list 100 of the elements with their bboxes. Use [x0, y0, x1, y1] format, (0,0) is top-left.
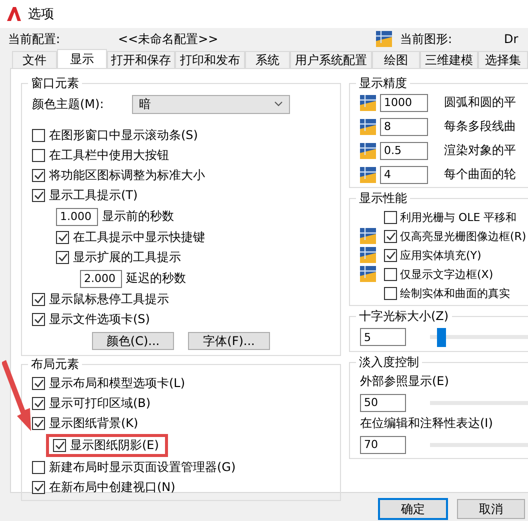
tab[interactable]: 打印和发布 — [175, 51, 245, 68]
checkbox[interactable] — [32, 417, 45, 430]
slider-thumb[interactable] — [437, 328, 446, 346]
field-label: 每个曲面的轮 — [444, 166, 516, 183]
tab[interactable]: 用户系统配置 — [290, 51, 372, 68]
field-label: 外部参照显示(E) — [360, 373, 449, 390]
drawing-icon — [360, 142, 376, 158]
arrow-annotation — [2, 360, 32, 432]
tab[interactable]: 绘图 — [372, 51, 420, 68]
option-label: 在新布局中创建视口(N) — [49, 479, 176, 496]
checkbox[interactable] — [384, 230, 397, 242]
checkbox[interactable] — [53, 439, 66, 452]
checkmark-icon — [34, 483, 44, 492]
option-label: 显示鼠标悬停工具提示 — [49, 291, 169, 308]
number-field[interactable]: 1000 — [380, 94, 428, 112]
checkbox[interactable] — [56, 231, 69, 244]
checkbox[interactable] — [384, 248, 397, 262]
number-field[interactable]: 8 — [380, 118, 428, 136]
checkmark-icon — [34, 191, 44, 200]
field-label: 在位编辑和注释性表达(I) — [360, 415, 493, 432]
field-label: 延迟的秒数 — [126, 270, 186, 287]
option-label: 仅高亮显光栅图像边框(R) — [400, 228, 526, 244]
theme-dropdown[interactable]: 暗 — [132, 94, 290, 114]
tab[interactable]: 系统 — [245, 51, 290, 68]
drawing-icon — [360, 266, 376, 282]
drawing-icon — [360, 94, 376, 110]
chevron-icon — [274, 101, 283, 107]
number-field[interactable]: 0.5 — [380, 142, 428, 160]
dialog-button[interactable]: 确定 — [379, 499, 447, 519]
option-label: 绘制实体和曲面的真实 — [400, 286, 510, 300]
checkbox[interactable] — [32, 189, 45, 202]
checkmark-icon — [34, 399, 44, 408]
drawing-value: Dr — [504, 32, 518, 46]
dialog-button[interactable]: 取消 — [457, 499, 525, 519]
option-label: 仅显示文字边框(X) — [400, 266, 494, 282]
number-field[interactable]: 1.000 — [56, 208, 98, 226]
checkbox[interactable] — [56, 251, 69, 264]
checkbox[interactable] — [384, 286, 397, 300]
number-field[interactable]: 70 — [360, 436, 406, 454]
field-label: 圆弧和圆的平 — [444, 94, 516, 111]
profile-label: 当前配置: — [8, 30, 62, 48]
checkbox[interactable] — [32, 169, 45, 182]
drawing-icon — [360, 166, 376, 182]
checkmark-icon — [34, 295, 44, 304]
option-label: 在工具栏中使用大按钮 — [49, 147, 169, 164]
group-title: 显示精度 — [358, 75, 408, 92]
checkmark-icon — [58, 233, 68, 242]
dialog-button[interactable]: 字体(F)... — [188, 332, 270, 350]
group-title: 淡入度控制 — [358, 354, 420, 371]
group-title: 十字光标大小(Z) — [358, 308, 450, 325]
window-title: 选项 — [28, 6, 54, 23]
group-title: 布局元素 — [30, 356, 80, 373]
field-label: 显示前的秒数 — [102, 208, 174, 225]
checkbox[interactable] — [384, 268, 397, 280]
checkmark-icon — [54, 441, 64, 450]
option-label: 显示扩展的工具提示 — [73, 249, 181, 266]
checkmark-icon — [34, 379, 44, 388]
tab[interactable]: 三维建模 — [420, 51, 478, 68]
number-field[interactable]: 50 — [360, 394, 406, 412]
theme-label: 颜色主题(M): — [32, 96, 104, 112]
number-field[interactable]: 4 — [380, 166, 428, 184]
option-label: 显示图纸背景(K) — [49, 415, 138, 432]
drawing-label: 当前图形: — [400, 30, 454, 48]
checkmark-icon — [58, 253, 68, 262]
option-label: 在图形窗口中显示滚动条(S) — [49, 127, 198, 144]
checkbox[interactable] — [384, 210, 397, 224]
option-label: 利用光栅与 OLE 平移和 — [400, 210, 517, 224]
field-label: 每条多段线曲 — [444, 118, 516, 135]
checkbox[interactable] — [32, 313, 45, 326]
option-label: 显示文件选项卡(S) — [49, 311, 150, 328]
drawing-icon — [360, 247, 376, 263]
checkbox[interactable] — [32, 129, 45, 142]
tab[interactable]: 显示 — [57, 49, 107, 68]
tab[interactable]: 选择集 — [478, 51, 528, 68]
checkmark-icon — [34, 171, 44, 180]
checkbox[interactable] — [32, 397, 45, 410]
option-label: 显示可打印区域(B) — [49, 395, 151, 412]
option-label: 新建布局时显示页面设置管理器(G) — [49, 459, 236, 476]
dialog-button[interactable]: 颜色(C)... — [92, 332, 174, 350]
group-title: 窗口元素 — [30, 75, 80, 92]
checkbox[interactable] — [32, 461, 45, 474]
checkbox[interactable] — [32, 149, 45, 162]
checkmark-icon — [34, 419, 44, 428]
number-field[interactable]: 5 — [360, 328, 406, 346]
field-label: 渲染对象的平 — [444, 142, 516, 159]
profile-value: <<未命名配置>> — [118, 30, 220, 48]
checkbox[interactable] — [32, 377, 45, 390]
checkbox[interactable] — [32, 481, 45, 494]
option-label: 显示布局和模型选项卡(L) — [49, 375, 186, 392]
group-title: 显示性能 — [358, 190, 408, 207]
app-logo-icon — [6, 6, 22, 22]
checkbox[interactable] — [32, 293, 45, 306]
drawing-icon — [360, 118, 376, 134]
drawing-icon — [360, 228, 376, 244]
number-field[interactable]: 2.000 — [80, 270, 122, 288]
tab[interactable]: 打开和保存 — [107, 51, 175, 68]
tab[interactable]: 文件 — [12, 51, 57, 68]
option-label: 将功能区图标调整为标准大小 — [49, 167, 205, 184]
option-label: 应用实体填充(Y) — [400, 248, 482, 262]
checkmark-icon — [34, 315, 44, 324]
